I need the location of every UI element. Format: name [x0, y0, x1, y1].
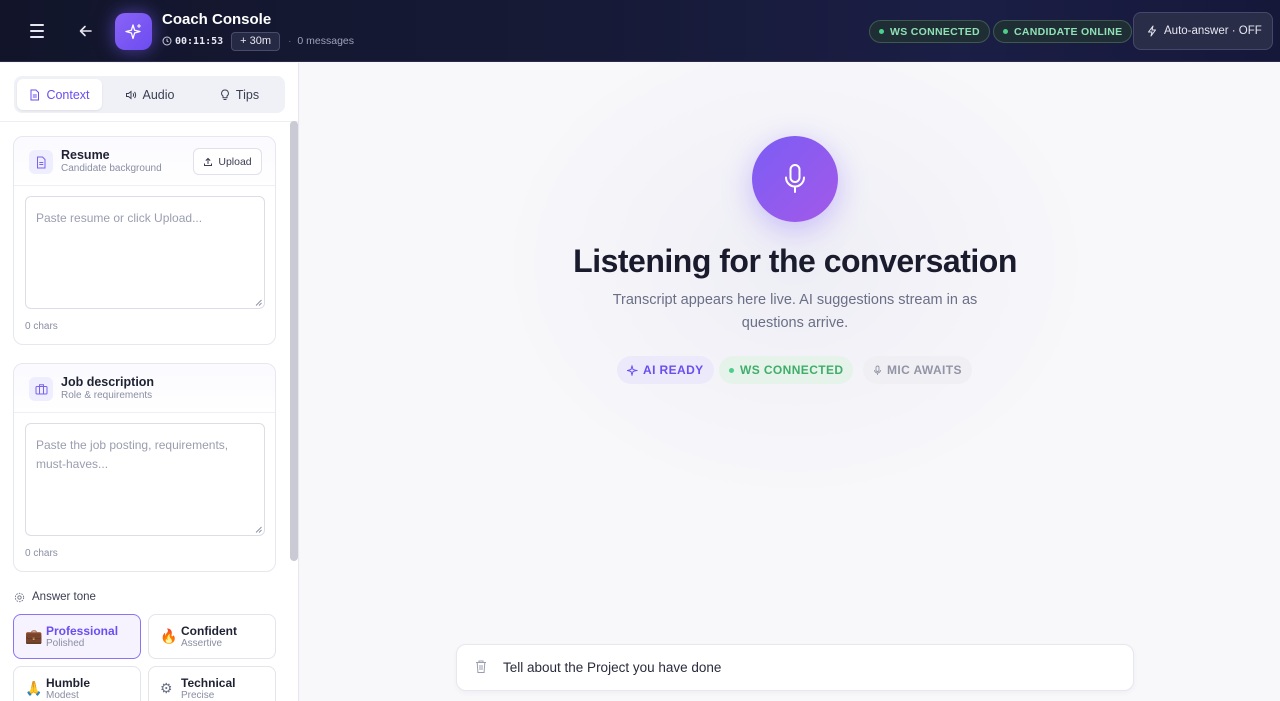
empty-state-title: Listening for the conversation: [573, 243, 1017, 279]
mic-awaits-badge: MIC AWAITS: [863, 356, 972, 384]
tab-context-label: Context: [46, 87, 90, 102]
auto-answer-toggle[interactable]: Auto-answer · OFF: [1133, 12, 1273, 50]
resume-subtitle: Candidate background: [61, 163, 162, 174]
job-placeholder: Paste the job posting, requirements, mus…: [36, 438, 229, 471]
briefcase-icon: [29, 377, 53, 401]
background-glow: [495, 63, 1095, 503]
tab-context[interactable]: Context: [17, 79, 102, 110]
tone-name: Professional: [46, 624, 119, 638]
resume-title: Resume: [61, 148, 110, 162]
job-title: Job description: [61, 375, 155, 389]
tone-name: Technical: [181, 676, 236, 690]
message-count: 0 messages: [297, 35, 355, 47]
status-dot: [1003, 29, 1008, 34]
briefcase-emoji-icon: 💼: [25, 628, 43, 644]
session-timer: 00:11:53: [175, 35, 224, 47]
separator-dot: ·: [288, 35, 292, 47]
tab-audio-label: Audio: [142, 87, 175, 102]
resize-handle-icon[interactable]: [255, 299, 262, 306]
job-card-header: Job description Role & requirements: [14, 364, 275, 413]
candidate-status-label: CANDIDATE ONLINE: [1014, 25, 1123, 38]
tab-tips[interactable]: Tips: [197, 79, 282, 110]
auto-answer-label: Auto-answer · OFF: [1164, 25, 1262, 37]
pending-question: Tell about the Project you have done: [456, 644, 1134, 691]
tone-option-professional[interactable]: 💼 Professional Polished: [13, 614, 141, 659]
fire-emoji-icon: 🔥: [160, 628, 178, 644]
app-title: Coach Console: [162, 11, 272, 28]
empty-state-subtitle: Transcript appears here live. AI suggest…: [612, 292, 978, 331]
divider: [0, 121, 298, 122]
top-bar: Coach Console 00:11:53 + 30m · 0 message…: [0, 0, 1280, 62]
upload-button[interactable]: Upload: [193, 148, 262, 175]
back-arrow-icon[interactable]: [72, 17, 100, 45]
resume-card: Resume Candidate background Upload Paste…: [13, 136, 276, 345]
clock-icon: [162, 36, 172, 46]
sidebar-tabs: Context Audio Tips: [14, 76, 285, 113]
sparkle-icon: [627, 364, 638, 376]
menu-icon[interactable]: [22, 19, 52, 43]
ai-ready-label: AI READY: [643, 363, 704, 377]
add-time-button[interactable]: + 30m: [231, 31, 281, 51]
status-dot: [729, 367, 734, 373]
mic-awaits-label: MIC AWAITS: [887, 363, 962, 377]
tab-tips-label: Tips: [235, 87, 260, 102]
tone-name: Humble: [46, 676, 91, 690]
tone-desc: Precise: [181, 690, 215, 701]
speaker-icon: [125, 89, 136, 100]
upload-icon: [204, 157, 213, 166]
session-info: 00:11:53 + 30m · 0 messages: [162, 31, 355, 51]
pray-emoji-icon: 🙏: [25, 680, 43, 696]
tone-name: Confident: [181, 624, 237, 638]
microphone-icon[interactable]: [752, 136, 838, 222]
ai-ready-badge: AI READY: [617, 356, 714, 384]
upload-label: Upload: [218, 155, 252, 168]
sparkle-logo-icon: [115, 13, 152, 50]
mic-small-icon: [874, 365, 881, 375]
status-dot: [879, 29, 884, 34]
lightbulb-icon: [221, 88, 229, 100]
ws-connected-badge: WS CONNECTED: [719, 356, 854, 384]
ws-connected-label: WS CONNECTED: [740, 363, 844, 377]
tone-desc: Polished: [46, 638, 85, 649]
ws-status-label: WS CONNECTED: [890, 25, 980, 38]
conversation-panel: Listening for the conversation Transcrip…: [300, 63, 1280, 701]
job-textarea[interactable]: Paste the job posting, requirements, mus…: [25, 423, 265, 536]
resume-char-count: 0 chars: [25, 321, 58, 332]
resize-handle-icon[interactable]: [255, 526, 262, 533]
tone-desc: Assertive: [181, 638, 223, 649]
tone-desc: Modest: [46, 690, 79, 701]
gear-icon: [14, 592, 25, 602]
sidebar-scrollbar[interactable]: [290, 121, 298, 561]
resume-textarea[interactable]: Paste resume or click Upload...: [25, 196, 265, 309]
lightning-icon: [1148, 25, 1156, 37]
candidate-status-badge: CANDIDATE ONLINE: [993, 20, 1133, 43]
job-char-count: 0 chars: [25, 548, 58, 559]
sidebar: Context Audio Tips Resume Candidate back…: [0, 63, 299, 701]
resume-card-header: Resume Candidate background Upload: [14, 137, 275, 186]
tone-option-humble[interactable]: 🙏 Humble Modest: [13, 666, 141, 701]
tone-option-confident[interactable]: 🔥 Confident Assertive: [148, 614, 276, 659]
job-subtitle: Role & requirements: [61, 390, 153, 401]
tone-option-technical[interactable]: ⚙ Technical Precise: [148, 666, 276, 701]
gear-emoji-icon: ⚙: [160, 680, 173, 696]
resume-placeholder: Paste resume or click Upload...: [36, 211, 203, 225]
trash-icon[interactable]: [474, 659, 488, 674]
ws-status-badge: WS CONNECTED: [869, 20, 990, 43]
answer-tone-heading: Answer tone: [14, 591, 96, 603]
answer-tone-label: Answer tone: [32, 591, 96, 603]
job-description-card: Job description Role & requirements Past…: [13, 363, 276, 572]
question-text: Tell about the Project you have done: [503, 660, 722, 675]
tab-audio[interactable]: Audio: [107, 79, 192, 110]
document-icon: [30, 89, 40, 100]
file-icon: [29, 150, 53, 174]
